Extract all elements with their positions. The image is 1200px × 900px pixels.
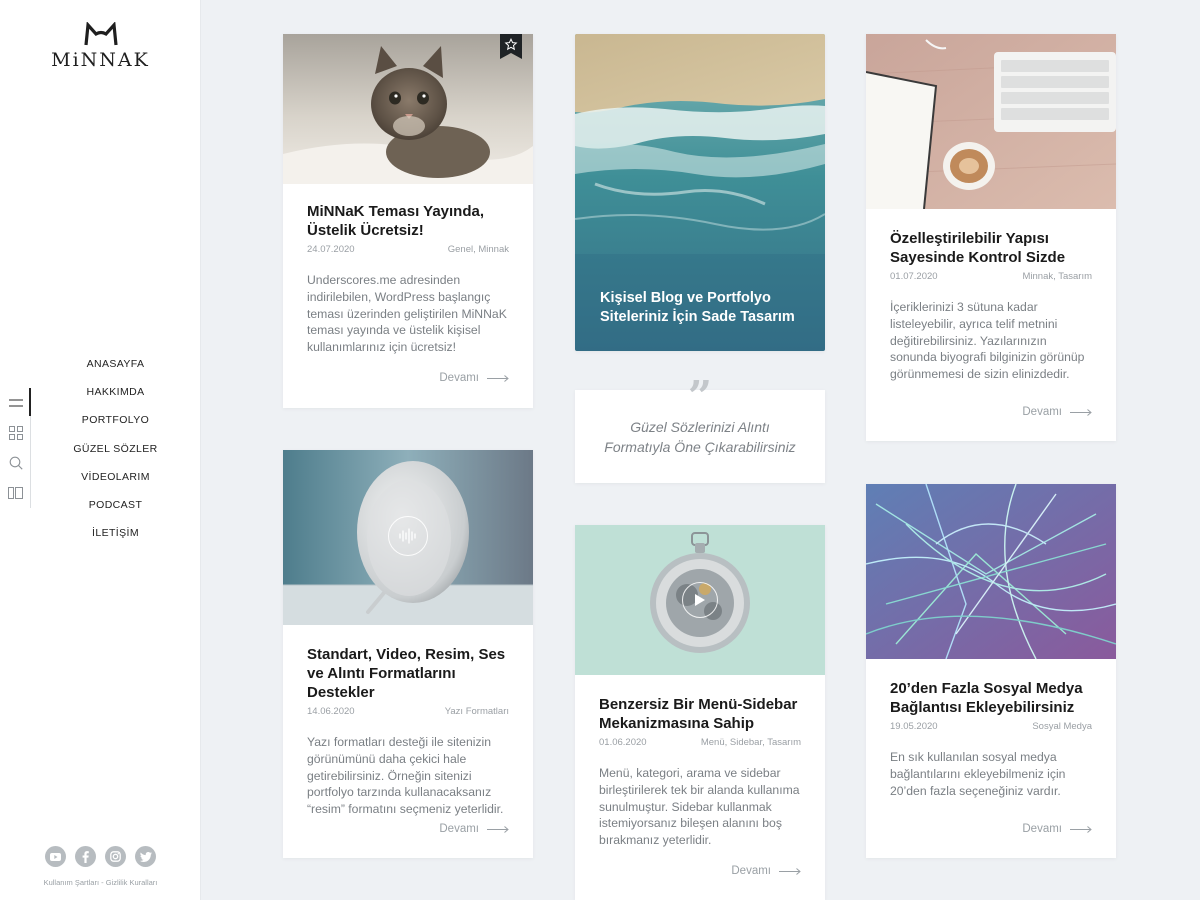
post-title[interactable]: MiNNaK Teması Yayında, Üstelik Ücretsiz! — [307, 202, 509, 240]
search-button[interactable] — [0, 448, 31, 478]
nav-item-podcast[interactable]: PODCAST — [30, 491, 201, 519]
play-icon — [695, 594, 705, 606]
post-card: Özelleştirilebilir Yapısı Sayesinde Kont… — [866, 34, 1116, 441]
post-card-image[interactable]: Kişisel Blog ve Portfolyo Siteleriniz İç… — [575, 34, 825, 351]
read-more-link[interactable]: Devamı — [731, 865, 801, 877]
arrow-right-icon — [1070, 825, 1092, 833]
nav-item-videolarim[interactable]: VİDEOLARIM — [30, 463, 201, 491]
facebook-link[interactable] — [75, 846, 96, 867]
desk-photo — [866, 34, 1116, 209]
post-date: 01.06.2020 — [599, 737, 647, 748]
read-more-label: Devamı — [1022, 406, 1062, 418]
post-date: 01.07.2020 — [890, 271, 938, 282]
menu-toggle-button[interactable] — [0, 388, 31, 418]
post-title[interactable]: Standart, Video, Resim, Ses ve Alıntı Fo… — [307, 645, 509, 702]
twitter-link[interactable] — [135, 846, 156, 867]
post-image-watch[interactable] — [575, 525, 825, 675]
sidebar: MiNNAK ANASAYFA HAKKIMDA PORTFOLYO GÜZEL… — [0, 0, 201, 900]
audio-play-button[interactable] — [388, 516, 428, 556]
arrow-right-icon — [487, 374, 509, 382]
site-name: MiNNAK — [51, 49, 150, 71]
social-links — [0, 846, 201, 867]
arrow-right-icon — [779, 867, 801, 875]
nav-item-portfolyo[interactable]: PORTFOLYO — [30, 406, 201, 434]
post-image-kitten[interactable] — [283, 34, 533, 184]
sidebar-layout-icon — [8, 487, 23, 499]
post-card: Benzersiz Bir Menü-Sidebar Mekanizmasına… — [575, 525, 825, 900]
audio-wave-icon — [399, 528, 416, 544]
post-meta: 19.05.2020 Sosyal Medya — [890, 721, 1092, 732]
read-more-label: Devamı — [439, 823, 479, 835]
post-excerpt: İçeriklerinizi 3 sütuna kadar listeleyeb… — [890, 300, 1085, 382]
post-categories[interactable]: Sosyal Medya — [1032, 721, 1092, 732]
twitter-icon — [139, 851, 152, 862]
light-trails-photo — [866, 484, 1116, 659]
facebook-icon — [82, 850, 89, 863]
arrow-right-icon — [487, 825, 509, 833]
post-image-light-trails[interactable] — [866, 484, 1116, 659]
site-logo[interactable]: MiNNAK — [0, 22, 201, 71]
footer-links: Kullanım Şartları - Gizlilik Kuralları — [0, 878, 201, 887]
post-date: 14.06.2020 — [307, 706, 355, 717]
footer-separator: - — [99, 878, 106, 887]
quote-text[interactable]: Güzel Sözlerinizi Alıntı Formatıyla Öne … — [575, 418, 825, 457]
nav-item-iletisim[interactable]: İLETİŞİM — [30, 519, 201, 547]
post-title-overlay[interactable]: Kişisel Blog ve Portfolyo Siteleriniz İç… — [600, 289, 805, 326]
post-title[interactable]: Özelleştirilebilir Yapısı Sayesinde Kont… — [890, 229, 1092, 267]
menu-icon — [8, 399, 23, 407]
post-date: 19.05.2020 — [890, 721, 938, 732]
arrow-right-icon — [1070, 408, 1092, 416]
nav-item-hakkimda[interactable]: HAKKIMDA — [30, 378, 201, 406]
privacy-link[interactable]: Gizlilik Kuralları — [106, 878, 158, 887]
post-card: MiNNaK Teması Yayında, Üstelik Ücretsiz!… — [283, 34, 533, 408]
read-more-link[interactable]: Devamı — [1022, 406, 1092, 418]
post-categories[interactable]: Yazı Formatları — [445, 706, 509, 717]
cat-ears-logo-icon — [83, 22, 118, 46]
sticky-post-bookmark — [500, 34, 522, 59]
main-nav: ANASAYFA HAKKIMDA PORTFOLYO GÜZEL SÖZLER… — [30, 350, 201, 547]
video-play-button[interactable] — [682, 582, 718, 618]
post-meta: 24.07.2020 Genel, Minnak — [307, 244, 509, 255]
instagram-link[interactable] — [105, 846, 126, 867]
post-title[interactable]: 20’den Fazla Sosyal Medya Bağlantısı Ekl… — [890, 679, 1092, 717]
post-card: 20’den Fazla Sosyal Medya Bağlantısı Ekl… — [866, 484, 1116, 858]
post-meta: 14.06.2020 Yazı Formatları — [307, 706, 509, 717]
instagram-icon — [110, 851, 121, 862]
sidebar-widgets-button[interactable] — [0, 478, 31, 508]
post-categories[interactable]: Minnak, Tasarım — [1022, 271, 1092, 282]
kitten-photo — [283, 34, 533, 184]
post-meta: 01.07.2020 Minnak, Tasarım — [890, 271, 1092, 282]
search-icon — [9, 456, 23, 470]
read-more-link[interactable]: Devamı — [439, 372, 509, 384]
post-date: 24.07.2020 — [307, 244, 355, 255]
grid-icon — [8, 426, 23, 440]
post-categories[interactable]: Genel, Minnak — [448, 244, 509, 255]
post-excerpt: Underscores.me adresinden indirilebilen,… — [307, 273, 507, 355]
post-title[interactable]: Benzersiz Bir Menü-Sidebar Mekanizmasına… — [599, 695, 801, 733]
post-excerpt: Yazı formatları desteği ile sitenizin gö… — [307, 735, 504, 817]
categories-button[interactable] — [0, 418, 31, 448]
read-more-label: Devamı — [1022, 823, 1062, 835]
read-more-label: Devamı — [439, 372, 479, 384]
nav-item-guzel-sozler[interactable]: GÜZEL SÖZLER — [30, 435, 201, 463]
read-more-label: Devamı — [731, 865, 771, 877]
youtube-icon — [50, 852, 61, 861]
nav-item-anasayfa[interactable]: ANASAYFA — [30, 350, 201, 378]
youtube-link[interactable] — [45, 846, 66, 867]
post-image-speaker[interactable] — [283, 450, 533, 625]
post-categories[interactable]: Menü, Sidebar, Tasarım — [701, 737, 801, 748]
quote-mark-icon: ” — [687, 372, 713, 421]
read-more-link[interactable]: Devamı — [1022, 823, 1092, 835]
post-image-desk[interactable] — [866, 34, 1116, 209]
post-card: Standart, Video, Resim, Ses ve Alıntı Fo… — [283, 450, 533, 858]
post-excerpt: Menü, kategori, arama ve sidebar birleşt… — [599, 766, 800, 848]
terms-link[interactable]: Kullanım Şartları — [44, 878, 99, 887]
post-card-quote: ” Güzel Sözlerinizi Alıntı Formatıyla Ön… — [575, 376, 825, 483]
post-meta: 01.06.2020 Menü, Sidebar, Tasarım — [599, 737, 801, 748]
read-more-link[interactable]: Devamı — [439, 823, 509, 835]
sidebar-tools — [0, 388, 31, 508]
post-excerpt: En sık kullanılan sosyal medya bağlantıl… — [890, 750, 1066, 798]
